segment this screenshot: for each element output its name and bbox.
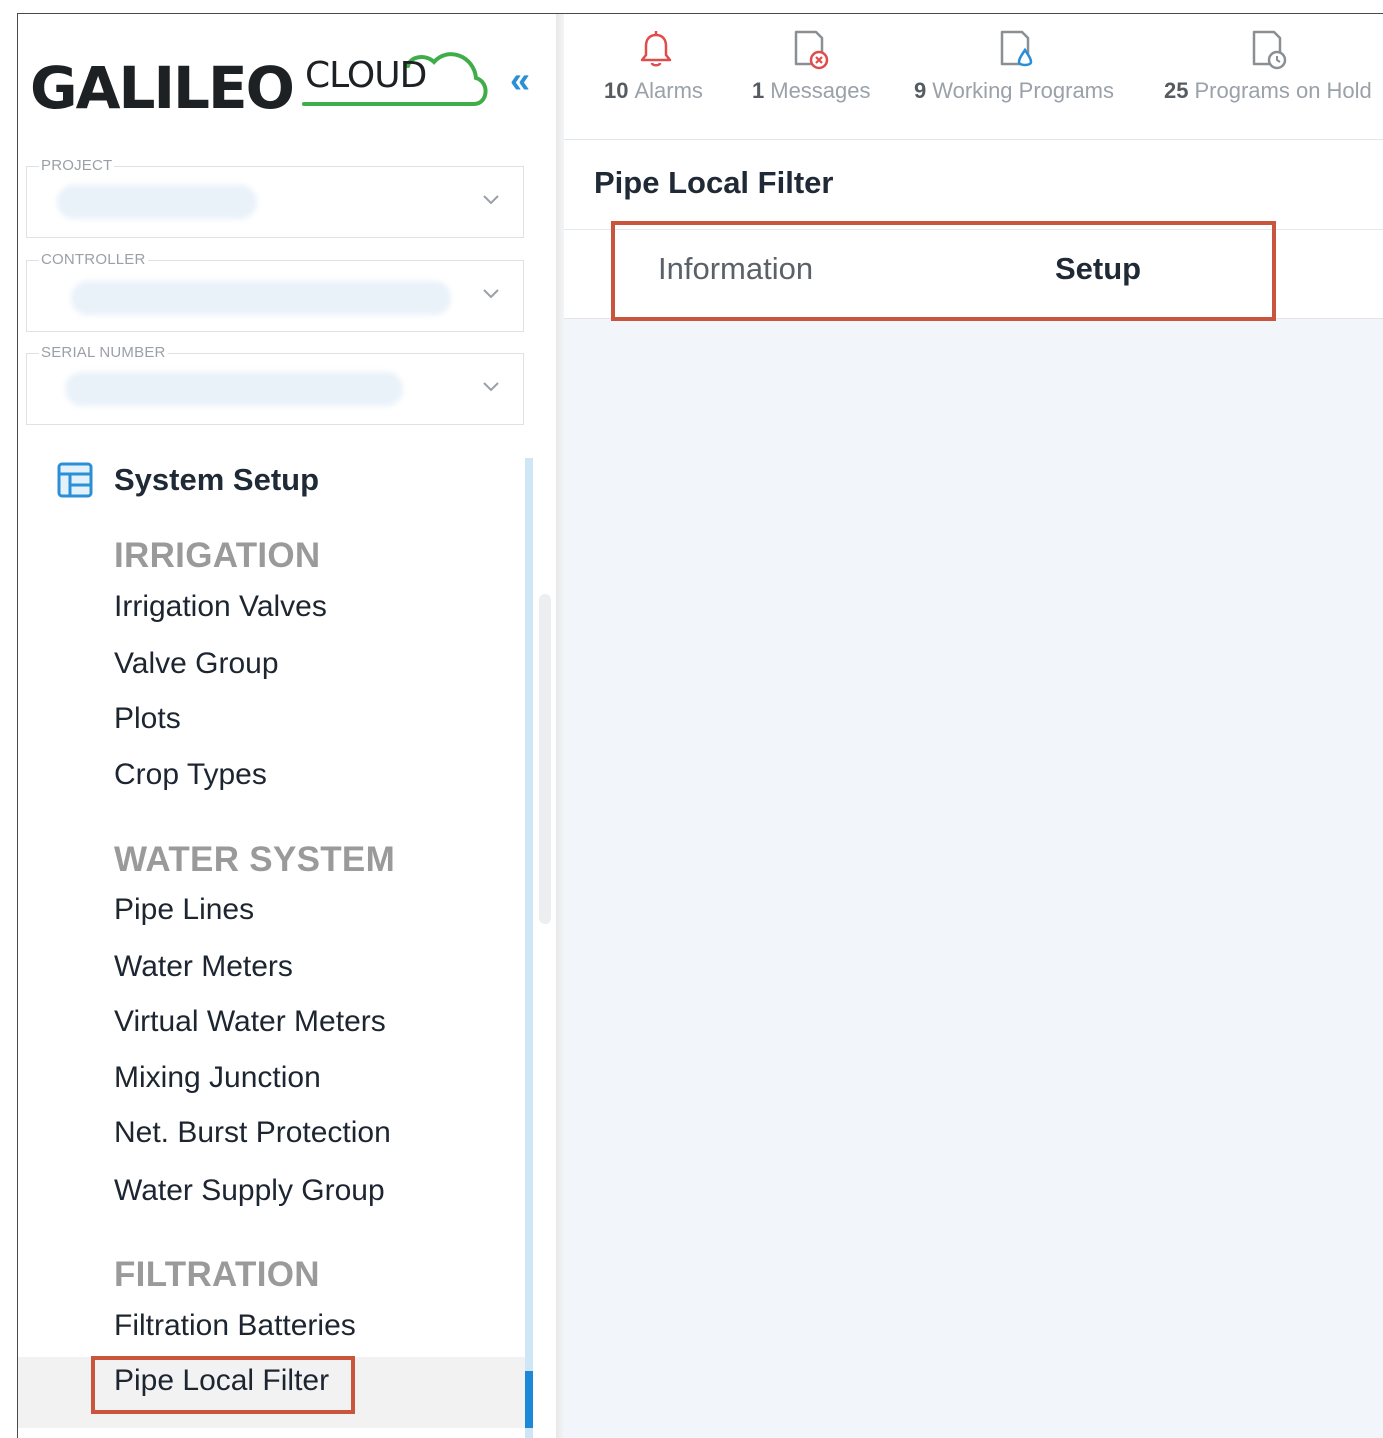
nav-item-water-supply-group[interactable]: Water Supply Group <box>114 1174 385 1208</box>
system-setup-label: System Setup <box>114 462 320 497</box>
bell-icon <box>640 31 672 67</box>
serial-number-select[interactable]: SERIAL NUMBER <box>26 344 524 425</box>
table-layout-icon <box>57 462 93 498</box>
nav-item-irrigation-valves[interactable]: Irrigation Valves <box>114 590 327 624</box>
sidebar-scrollbar[interactable] <box>539 594 551 924</box>
status-topbar: 10 Alarms 1 Messages 9 Working Programs 25 P… <box>564 14 1383 140</box>
nav-item-filtration-batteries[interactable]: Filtration Batteries <box>114 1309 356 1343</box>
nav-item-crop-types[interactable]: Crop Types <box>114 758 267 792</box>
sidebar: GALILEO CLOUD « PROJECT CONTROLLER SERIA… <box>18 14 558 1438</box>
messages-label: Messages <box>770 78 871 103</box>
section-irrigation: IRRIGATION <box>114 536 321 575</box>
collapse-sidebar-button[interactable]: « <box>510 60 530 100</box>
chevron-down-icon <box>483 195 499 205</box>
highlight-callout-box <box>91 1356 355 1414</box>
logo-cloud-text: CLOUD <box>305 55 427 96</box>
nav-item-mixing-junction[interactable]: Mixing Junction <box>114 1061 321 1095</box>
nav-indicator-active <box>525 1371 533 1428</box>
main-content: Pipe Local Filter Information Setup <box>564 141 1383 1438</box>
system-setup-header[interactable]: System Setup <box>56 458 319 502</box>
programs-on-hold-label: Programs on Hold <box>1194 78 1372 103</box>
nav-item-plots[interactable]: Plots <box>114 702 181 736</box>
alarms-count: 10 <box>604 78 629 103</box>
nav-item-net-burst-protection[interactable]: Net. Burst Protection <box>114 1116 391 1150</box>
serial-number-value-redacted <box>65 372 403 406</box>
program-water-icon <box>1000 30 1033 67</box>
nav-item-valve-group[interactable]: Valve Group <box>114 647 279 681</box>
messages-stat[interactable]: 1 Messages <box>752 14 882 140</box>
chevron-down-icon <box>483 382 499 392</box>
content-header: Pipe Local Filter Information Setup <box>564 141 1383 321</box>
page-title: Pipe Local Filter <box>594 165 834 200</box>
section-filtration: FILTRATION <box>114 1255 320 1294</box>
project-label: PROJECT <box>39 157 115 174</box>
controller-value-redacted <box>71 281 451 315</box>
logo-main-text: GALILEO <box>30 54 295 122</box>
galileo-cloud-logo: GALILEO CLOUD <box>30 44 490 124</box>
project-value-redacted <box>57 185 257 219</box>
programs-on-hold-stat[interactable]: 25 Programs on Hold <box>1164 14 1379 140</box>
serial-number-label: SERIAL NUMBER <box>39 344 168 361</box>
section-water-system: WATER SYSTEM <box>114 840 396 879</box>
message-error-icon <box>794 30 829 70</box>
controller-select[interactable]: CONTROLLER <box>26 251 524 332</box>
programs-on-hold-count: 25 <box>1164 78 1189 103</box>
working-programs-count: 9 <box>914 78 927 103</box>
alarms-stat[interactable]: 10 Alarms <box>604 14 724 140</box>
nav-indicator-track <box>525 458 533 1438</box>
chevron-down-icon <box>483 289 499 299</box>
tabs-callout-box <box>611 221 1276 321</box>
messages-count: 1 <box>752 78 765 103</box>
nav-item-pipe-lines[interactable]: Pipe Lines <box>114 893 254 927</box>
nav-item-water-meters[interactable]: Water Meters <box>114 950 293 984</box>
working-programs-label: Working Programs <box>932 78 1115 103</box>
controller-label: CONTROLLER <box>39 251 148 268</box>
nav-item-virtual-water-meters[interactable]: Virtual Water Meters <box>114 1005 386 1039</box>
working-programs-stat[interactable]: 9 Working Programs <box>914 14 1129 140</box>
alarms-label: Alarms <box>634 78 703 103</box>
program-clock-icon <box>1252 30 1287 70</box>
project-select[interactable]: PROJECT <box>26 157 524 238</box>
sidebar-divider <box>556 14 564 1438</box>
